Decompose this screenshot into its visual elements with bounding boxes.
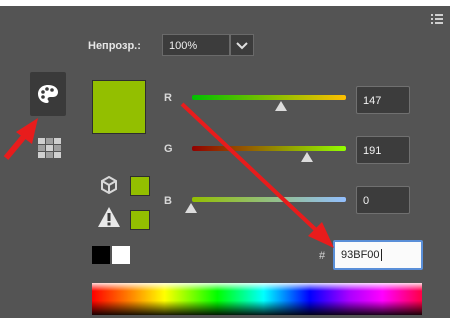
top-strip [0,0,450,6]
channel-input-r[interactable]: 147 [356,86,410,114]
opacity-input[interactable]: 100% [162,34,230,56]
gamut-color-swatch[interactable] [130,210,150,230]
current-color-swatch[interactable] [92,80,146,134]
color-mode-tab[interactable] [30,72,66,116]
hex-input[interactable]: 93BF00 [333,240,423,270]
hex-value: 93BF00 [341,249,380,261]
slider-r[interactable] [192,95,346,100]
out-of-gamut-warning-icon[interactable] [97,206,121,233]
slider-g[interactable] [192,146,346,151]
slider-b[interactable] [192,197,346,202]
white-swatch[interactable] [112,246,130,264]
channel-label-b: B [164,195,172,207]
channel-label-g: G [164,143,173,155]
opacity-dropdown-button[interactable] [230,34,254,56]
slider-thumb-b[interactable] [185,203,197,213]
slider-thumb-r[interactable] [275,101,287,111]
channel-input-b[interactable]: 0 [356,186,410,214]
color-panel: Непрозр.: 100% R 147 G 191 B 0 # 93BF00 [0,0,450,324]
swatches-grid-icon[interactable] [38,138,62,163]
opacity-label: Непрозр.: [88,40,141,52]
black-swatch[interactable] [92,246,110,264]
channel-input-g[interactable]: 191 [356,136,410,164]
panel-menu-icon[interactable] [430,12,444,26]
channel-label-r: R [164,92,172,104]
slider-thumb-g[interactable] [301,152,313,162]
web-safe-color-swatch[interactable] [130,176,150,196]
palette-icon [38,85,58,103]
web-safe-cube-icon[interactable] [100,175,118,199]
text-caret [380,249,382,262]
hex-hash-label: # [319,250,326,262]
spectrum-white-fade [92,283,422,291]
chevron-down-icon [236,42,248,50]
